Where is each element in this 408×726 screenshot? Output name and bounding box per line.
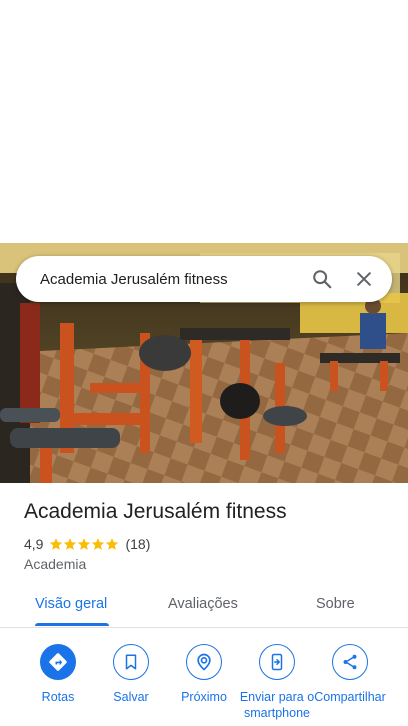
send-to-phone-label: Enviar para o smartphone <box>239 690 315 720</box>
send-to-phone-icon[interactable] <box>259 644 295 680</box>
active-tab-indicator <box>35 623 109 626</box>
tab-about[interactable]: Sobre <box>316 596 355 612</box>
save-button[interactable]: Salvar <box>91 644 171 705</box>
star-rating <box>49 537 119 551</box>
tab-bar: Visão geral Avaliações Sobre <box>0 586 408 628</box>
star-icon <box>64 538 77 550</box>
search-input[interactable]: Academia Jerusalém fitness <box>40 271 298 288</box>
rating-row[interactable]: 4,9 (18) <box>24 536 150 552</box>
star-icon <box>50 538 63 550</box>
directions-icon[interactable] <box>40 644 76 680</box>
star-icon <box>92 538 105 550</box>
tab-overview[interactable]: Visão geral <box>35 596 107 612</box>
rating-value: 4,9 <box>24 536 44 552</box>
close-icon[interactable] <box>346 261 382 297</box>
review-count[interactable]: (18) <box>125 536 150 552</box>
tab-reviews[interactable]: Avaliações <box>168 596 238 612</box>
nearby-icon[interactable] <box>186 644 222 680</box>
nearby-label: Próximo <box>181 690 227 704</box>
map-blank-area <box>0 0 408 243</box>
place-category[interactable]: Academia <box>24 556 86 572</box>
send-to-phone-button[interactable]: Enviar para o smartphone <box>237 644 317 721</box>
directions-button[interactable]: Rotas <box>18 644 98 705</box>
save-label: Salvar <box>113 690 149 704</box>
star-icon <box>78 538 91 550</box>
share-label: Compartilhar <box>314 690 386 704</box>
star-icon <box>106 538 119 550</box>
bookmark-icon[interactable] <box>113 644 149 680</box>
action-bar: Rotas Salvar Próximo Enviar para o smart… <box>0 640 408 726</box>
share-button[interactable]: Compartilhar <box>310 644 390 705</box>
place-title: Academia Jerusalém fitness <box>24 500 287 523</box>
nearby-button[interactable]: Próximo <box>164 644 244 705</box>
search-icon[interactable] <box>304 261 340 297</box>
search-bar[interactable]: Academia Jerusalém fitness <box>16 256 392 302</box>
share-icon[interactable] <box>332 644 368 680</box>
directions-label: Rotas <box>41 690 75 704</box>
